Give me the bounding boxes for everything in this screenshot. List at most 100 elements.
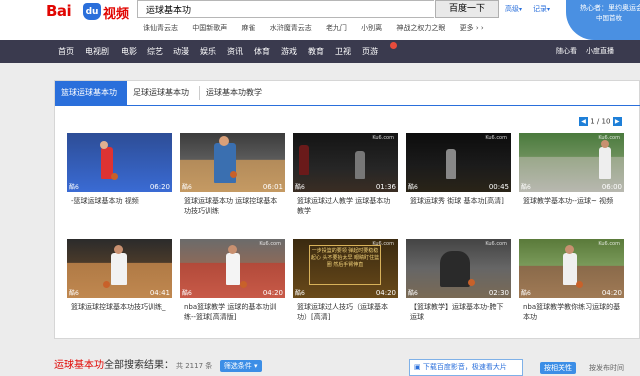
results-title: 全部搜索结果： bbox=[104, 360, 174, 371]
player-head bbox=[565, 245, 574, 254]
records-link[interactable]: 记录▾ bbox=[533, 4, 550, 14]
nav-item-news[interactable]: 资讯 bbox=[227, 46, 243, 57]
download-label: 下载百度影音，极速看大片 bbox=[422, 363, 507, 371]
duration-label: 06:20 bbox=[149, 183, 170, 191]
hot-search-item[interactable]: 小别离 bbox=[361, 24, 382, 32]
duration-label: 04:20 bbox=[262, 289, 283, 297]
download-player-button[interactable]: ▣ 下载百度影音，极速看大片 bbox=[409, 359, 523, 376]
source-label: 酷6 bbox=[295, 290, 305, 297]
sort-relevance-button[interactable]: 按相关性 bbox=[540, 362, 576, 374]
nav-item-home[interactable]: 首页 bbox=[58, 46, 74, 57]
video-thumbnail[interactable]: Ku6.com 酷6 01:36 bbox=[293, 133, 398, 192]
video-title[interactable]: 篮球运球基本功 运球控球基本功技巧训练 bbox=[184, 196, 284, 216]
ball-icon bbox=[230, 171, 237, 178]
watermark: Ku6.com bbox=[598, 241, 620, 247]
search-button[interactable]: 百度一下 bbox=[435, 0, 499, 18]
source-label: 酷6 bbox=[521, 184, 531, 191]
video-thumbnail[interactable]: Ku6.com 酷6 02:30 bbox=[406, 239, 511, 298]
ball-icon bbox=[576, 281, 583, 288]
nav-item-sports[interactable]: 体育 bbox=[254, 46, 270, 57]
tab-basketball-dribble[interactable]: 篮球运球基本功 bbox=[55, 81, 127, 105]
video-title[interactable]: nba篮球教学 运球的基本功训练--篮球[高清版] bbox=[184, 302, 284, 322]
source-label: 酷6 bbox=[408, 184, 418, 191]
video-title[interactable]: 篮球运球过人技巧（运球基本功）[高清] bbox=[297, 302, 397, 322]
query-highlight: 运球基本功 bbox=[54, 360, 104, 371]
duration-label: 04:20 bbox=[375, 289, 396, 297]
sort-date-link[interactable]: 按发布时间 bbox=[589, 363, 624, 373]
player-head bbox=[219, 136, 229, 146]
source-label: 酷6 bbox=[69, 184, 79, 191]
video-title[interactable]: 篮球运球过人教学 运球基本功教学 bbox=[297, 196, 397, 216]
source-label: 酷6 bbox=[408, 290, 418, 297]
video-thumbnail[interactable]: 酷6 04:41 bbox=[67, 239, 172, 298]
nav-live[interactable]: 小度直播 bbox=[586, 46, 614, 56]
hot-searches: 诛仙青云志 中国新歌声 麻雀 水浒魔青云志 老九门 小别离 神战之权力之眼 更多… bbox=[143, 23, 496, 33]
player-figure bbox=[226, 253, 240, 285]
nav-item-tv[interactable]: 电视剧 bbox=[85, 46, 109, 57]
tip-text-overlay: 一步投篮的要领 弹起时要稳稳起心 头不要抬太早 眼睛盯住篮圈 然后手臂伸直 bbox=[309, 245, 381, 285]
nav-item-education[interactable]: 教育 bbox=[308, 46, 324, 57]
tab-football-dribble[interactable]: 足球运球基本功 bbox=[127, 81, 195, 105]
related-videos-panel: 篮球运球基本功 足球运球基本功 运球基本功教学 ◀ 1 / 10 ▶ 酷6 06… bbox=[54, 80, 640, 339]
video-thumbnail[interactable]: 酷6 06:01 bbox=[180, 133, 285, 192]
player-figure bbox=[563, 253, 577, 285]
duration-label: 02:30 bbox=[488, 289, 509, 297]
hot-search-item[interactable]: 麻雀 bbox=[241, 24, 255, 32]
pager: ◀ 1 / 10 ▶ bbox=[579, 117, 622, 126]
video-thumbnail[interactable]: 一步投篮的要领 弹起时要稳稳起心 头不要抬太早 眼睛盯住篮圈 然后手臂伸直 Ku… bbox=[293, 239, 398, 298]
video-title[interactable]: 【篮球教学】运球基本功-胯下运球 bbox=[410, 302, 510, 322]
duration-label: 04:20 bbox=[601, 289, 622, 297]
filter-button[interactable]: 筛选条件 ▾ bbox=[219, 359, 262, 372]
hot-search-item[interactable]: 神战之权力之眼 bbox=[396, 24, 445, 32]
video-title[interactable]: 篮球运球控球基本功技巧训练_ bbox=[71, 302, 171, 312]
ball-icon bbox=[103, 281, 110, 288]
video-thumbnail[interactable]: Ku6.com 酷6 04:20 bbox=[519, 239, 624, 298]
player-head bbox=[100, 141, 108, 149]
video-title[interactable]: 篮球教学基本功--运球~ 视频 bbox=[523, 196, 623, 206]
ball-icon bbox=[240, 281, 247, 288]
paw-icon: du bbox=[83, 3, 101, 20]
video-title[interactable]: 篮球运球秀 街球 基本功[高清] bbox=[410, 196, 510, 206]
search-box bbox=[137, 0, 434, 18]
nav-item-variety[interactable]: 综艺 bbox=[147, 46, 163, 57]
video-title[interactable]: nba篮球教学教你练习运球的基本功 bbox=[523, 302, 623, 322]
hot-search-item[interactable]: 老九门 bbox=[326, 24, 347, 32]
nav-random-watch[interactable]: 随心看 bbox=[556, 46, 577, 56]
player-figure bbox=[599, 147, 611, 179]
watermark: Ku6.com bbox=[259, 241, 281, 247]
video-title[interactable]: -篮球运球基本功 视频 bbox=[71, 196, 171, 206]
results-summary: 运球基本功全部搜索结果：共 2117 条 筛选条件 ▾ bbox=[54, 356, 262, 372]
nav-item-movie[interactable]: 电影 bbox=[121, 46, 137, 57]
player-head bbox=[601, 140, 609, 148]
search-input[interactable] bbox=[138, 1, 431, 17]
watermark: Ku6.com bbox=[372, 135, 394, 141]
video-thumbnail[interactable]: 酷6 06:20 bbox=[67, 133, 172, 192]
panel-tabs: 篮球运球基本功 足球运球基本功 运球基本功教学 bbox=[55, 81, 640, 106]
video-thumbnail[interactable]: Ku6.com 酷6 06:00 bbox=[519, 133, 624, 192]
video-thumbnail[interactable]: Ku6.com 酷6 04:20 bbox=[180, 239, 285, 298]
ball-icon bbox=[111, 173, 118, 180]
player-figure bbox=[446, 149, 456, 179]
olympics-notice[interactable]: 热心者：里约奥运会 中国首枚 bbox=[566, 0, 640, 40]
video-thumbnail[interactable]: Ku6.com 酷6 00:45 bbox=[406, 133, 511, 192]
hot-search-item[interactable]: 水浒魔青云志 bbox=[270, 24, 312, 32]
source-label: 酷6 bbox=[182, 184, 192, 191]
more-hot-link[interactable]: 更多 › › bbox=[460, 24, 484, 32]
hot-search-item[interactable]: 中国新歌声 bbox=[192, 24, 227, 32]
watermark: Ku6.com bbox=[372, 241, 394, 247]
baidu-video-logo[interactable]: Bai du 视频 bbox=[46, 2, 140, 22]
nav-item-webgames[interactable]: 页游 bbox=[362, 46, 378, 57]
advanced-label: 高级 bbox=[505, 5, 519, 13]
next-page-icon[interactable]: ▶ bbox=[612, 117, 622, 126]
nav-item-entertainment[interactable]: 娱乐 bbox=[200, 46, 216, 57]
prev-page-icon[interactable]: ◀ bbox=[579, 117, 588, 126]
notice-line2: 中国首枚 bbox=[596, 14, 622, 22]
duration-label: 00:45 bbox=[488, 183, 509, 191]
hot-search-item[interactable]: 诛仙青云志 bbox=[143, 24, 178, 32]
nav-item-satellite[interactable]: 卫视 bbox=[335, 46, 351, 57]
tab-dribble-teaching[interactable]: 运球基本功教学 bbox=[199, 86, 268, 100]
nav-item-anime[interactable]: 动漫 bbox=[173, 46, 189, 57]
advanced-search-link[interactable]: 高级▾ bbox=[505, 4, 522, 14]
player-figure bbox=[440, 251, 470, 287]
nav-item-games[interactable]: 游戏 bbox=[281, 46, 297, 57]
